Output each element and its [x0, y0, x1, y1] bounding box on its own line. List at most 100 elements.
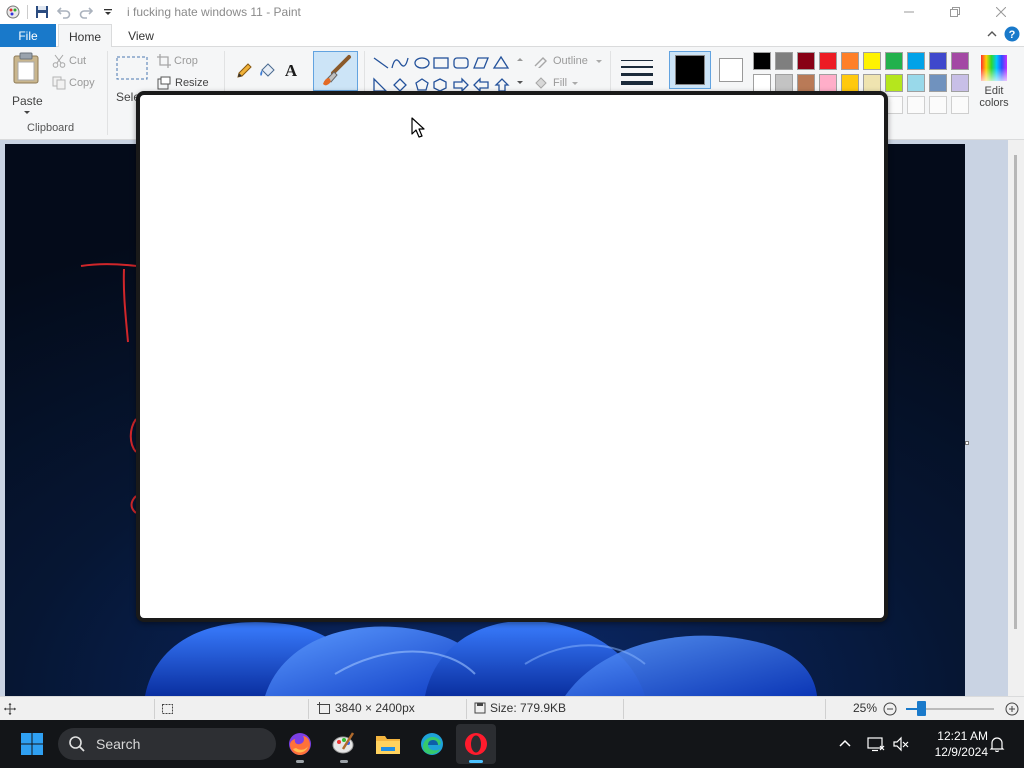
palette-swatch[interactable]	[885, 52, 903, 70]
taskbar-search-box[interactable]: Search	[58, 728, 276, 760]
qat-separator	[27, 5, 28, 19]
palette-swatch[interactable]	[929, 52, 947, 70]
file-size-text: Size: 779.9KB	[490, 701, 567, 715]
fill-bucket-icon[interactable]	[258, 62, 276, 80]
taskbar-clock[interactable]: 12:21 AM 12/9/2024	[918, 728, 988, 760]
palette-swatch[interactable]	[819, 74, 837, 92]
window-title: i fucking hate windows 11 - Paint	[127, 5, 301, 19]
palette-swatch[interactable]	[841, 74, 859, 92]
vertical-scrollbar[interactable]	[1008, 140, 1024, 696]
resize-icon	[157, 76, 171, 90]
undo-icon[interactable]	[53, 1, 75, 23]
tab-file[interactable]: File	[0, 24, 56, 47]
file-size: Size: 779.9KB	[474, 701, 566, 715]
palette-swatch[interactable]	[753, 52, 771, 70]
notification-bell-icon[interactable]	[989, 736, 1005, 752]
paste-dropdown-icon[interactable]	[23, 110, 31, 116]
palette-swatch[interactable]	[863, 74, 881, 92]
palette-swatch[interactable]	[929, 74, 947, 92]
zoom-in-icon[interactable]	[1005, 702, 1019, 716]
palette-swatch[interactable]	[907, 74, 925, 92]
outline-icon	[534, 57, 547, 68]
paint-app-icon[interactable]	[2, 1, 24, 23]
cursor-position-icon	[4, 703, 16, 715]
image-dimensions: 3840 × 2400px	[317, 701, 415, 715]
brushes-button[interactable]	[313, 51, 358, 91]
shapes-scroll-icon[interactable]	[516, 55, 524, 95]
tab-view[interactable]: View	[116, 24, 166, 48]
cut-label: Cut	[69, 55, 87, 67]
customize-qat-icon[interactable]	[97, 1, 119, 23]
blank-popup-window[interactable]	[136, 91, 888, 622]
volume-muted-icon[interactable]	[893, 736, 909, 752]
palette-swatch[interactable]	[885, 74, 903, 92]
copy-button[interactable]: Copy	[52, 76, 102, 92]
palette-swatch[interactable]	[775, 52, 793, 70]
taskbar-paint[interactable]	[324, 724, 364, 764]
status-bar: 3840 × 2400px Size: 779.9KB 25%	[0, 696, 1024, 720]
fill-dropdown-icon	[572, 82, 578, 85]
zoom-out-icon[interactable]	[883, 702, 897, 716]
close-icon	[996, 7, 1006, 17]
help-icon[interactable]: ?	[1004, 26, 1020, 42]
ribbon-separator	[107, 51, 108, 135]
edit-colors-label-line2: colors	[979, 97, 1009, 109]
pencil-icon[interactable]	[235, 62, 253, 80]
resize-label: Resize	[175, 77, 209, 89]
scrollbar-thumb[interactable]	[1014, 155, 1017, 629]
taskbar-edge[interactable]	[412, 724, 452, 764]
palette-swatch[interactable]	[775, 74, 793, 92]
color2-button[interactable]	[716, 55, 746, 85]
outline-label: Outline	[553, 55, 588, 67]
paste-button[interactable]: Paste	[8, 52, 46, 116]
fill-button[interactable]: Fill	[533, 76, 593, 92]
taskbar-opera[interactable]	[456, 724, 496, 764]
palette-swatch[interactable]	[797, 74, 815, 92]
custom-color-slot[interactable]	[951, 96, 969, 114]
scissors-icon	[52, 54, 66, 68]
close-button[interactable]	[978, 0, 1024, 24]
paste-label: Paste	[12, 94, 43, 108]
outline-button[interactable]: Outline	[533, 54, 605, 70]
palette-swatch[interactable]	[951, 52, 969, 70]
tab-home[interactable]: Home	[58, 24, 112, 48]
search-icon	[69, 736, 85, 752]
redo-icon[interactable]	[75, 1, 97, 23]
palette-swatch[interactable]	[819, 52, 837, 70]
taskbar-file-explorer[interactable]	[368, 724, 408, 764]
custom-color-slot[interactable]	[907, 96, 925, 114]
restore-button[interactable]	[932, 0, 978, 24]
clipboard-icon	[13, 52, 39, 84]
edit-colors-button[interactable]: Edit colors	[976, 53, 1012, 109]
palette-swatch[interactable]	[863, 52, 881, 70]
save-icon[interactable]	[31, 1, 53, 23]
collapse-ribbon-icon[interactable]	[986, 28, 998, 40]
canvas-resize-handle[interactable]	[965, 441, 969, 445]
running-indicator	[296, 760, 304, 763]
minimize-button[interactable]	[886, 0, 932, 24]
opera-icon	[465, 733, 487, 755]
status-separator	[308, 699, 309, 719]
dimensions-text: 3840 × 2400px	[335, 701, 415, 715]
status-separator	[623, 699, 624, 719]
custom-color-slot[interactable]	[929, 96, 947, 114]
crop-button[interactable]: Crop	[157, 54, 213, 70]
text-tool-icon[interactable]: A	[282, 61, 300, 79]
color1-button[interactable]	[669, 51, 711, 89]
resize-button[interactable]: Resize	[157, 76, 217, 92]
palette-swatch[interactable]	[951, 74, 969, 92]
start-button[interactable]	[12, 724, 52, 764]
status-separator	[466, 699, 467, 719]
zoom-slider-thumb[interactable]	[916, 701, 926, 716]
palette-swatch[interactable]	[907, 52, 925, 70]
cut-button[interactable]: Cut	[52, 54, 102, 70]
taskbar-firefox[interactable]	[280, 724, 320, 764]
status-separator	[154, 699, 155, 719]
palette-swatch[interactable]	[841, 52, 859, 70]
palette-swatch[interactable]	[797, 52, 815, 70]
size-button[interactable]	[614, 51, 660, 93]
network-icon[interactable]	[867, 736, 885, 752]
paint-icon	[332, 732, 355, 754]
palette-swatch[interactable]	[753, 74, 771, 92]
show-hidden-icons-chevron-icon[interactable]	[838, 737, 852, 751]
